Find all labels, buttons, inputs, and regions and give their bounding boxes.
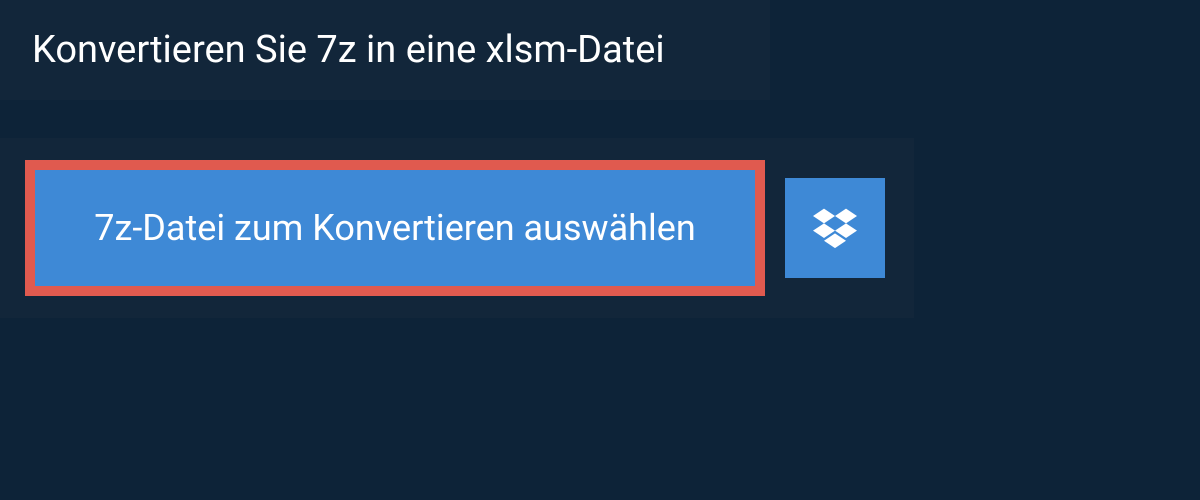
dropbox-button[interactable]: [785, 178, 885, 278]
select-file-label: 7z-Datei zum Konvertieren auswählen: [94, 207, 696, 249]
select-file-button[interactable]: 7z-Datei zum Konvertieren auswählen: [35, 170, 755, 286]
dropbox-icon: [813, 205, 857, 252]
select-file-highlight: 7z-Datei zum Konvertieren auswählen: [25, 160, 765, 296]
page-title-text: Konvertieren Sie 7z in eine xlsm-Datei: [32, 28, 665, 72]
page-title: Konvertieren Sie 7z in eine xlsm-Datei: [0, 0, 770, 100]
action-panel: 7z-Datei zum Konvertieren auswählen: [0, 138, 914, 318]
